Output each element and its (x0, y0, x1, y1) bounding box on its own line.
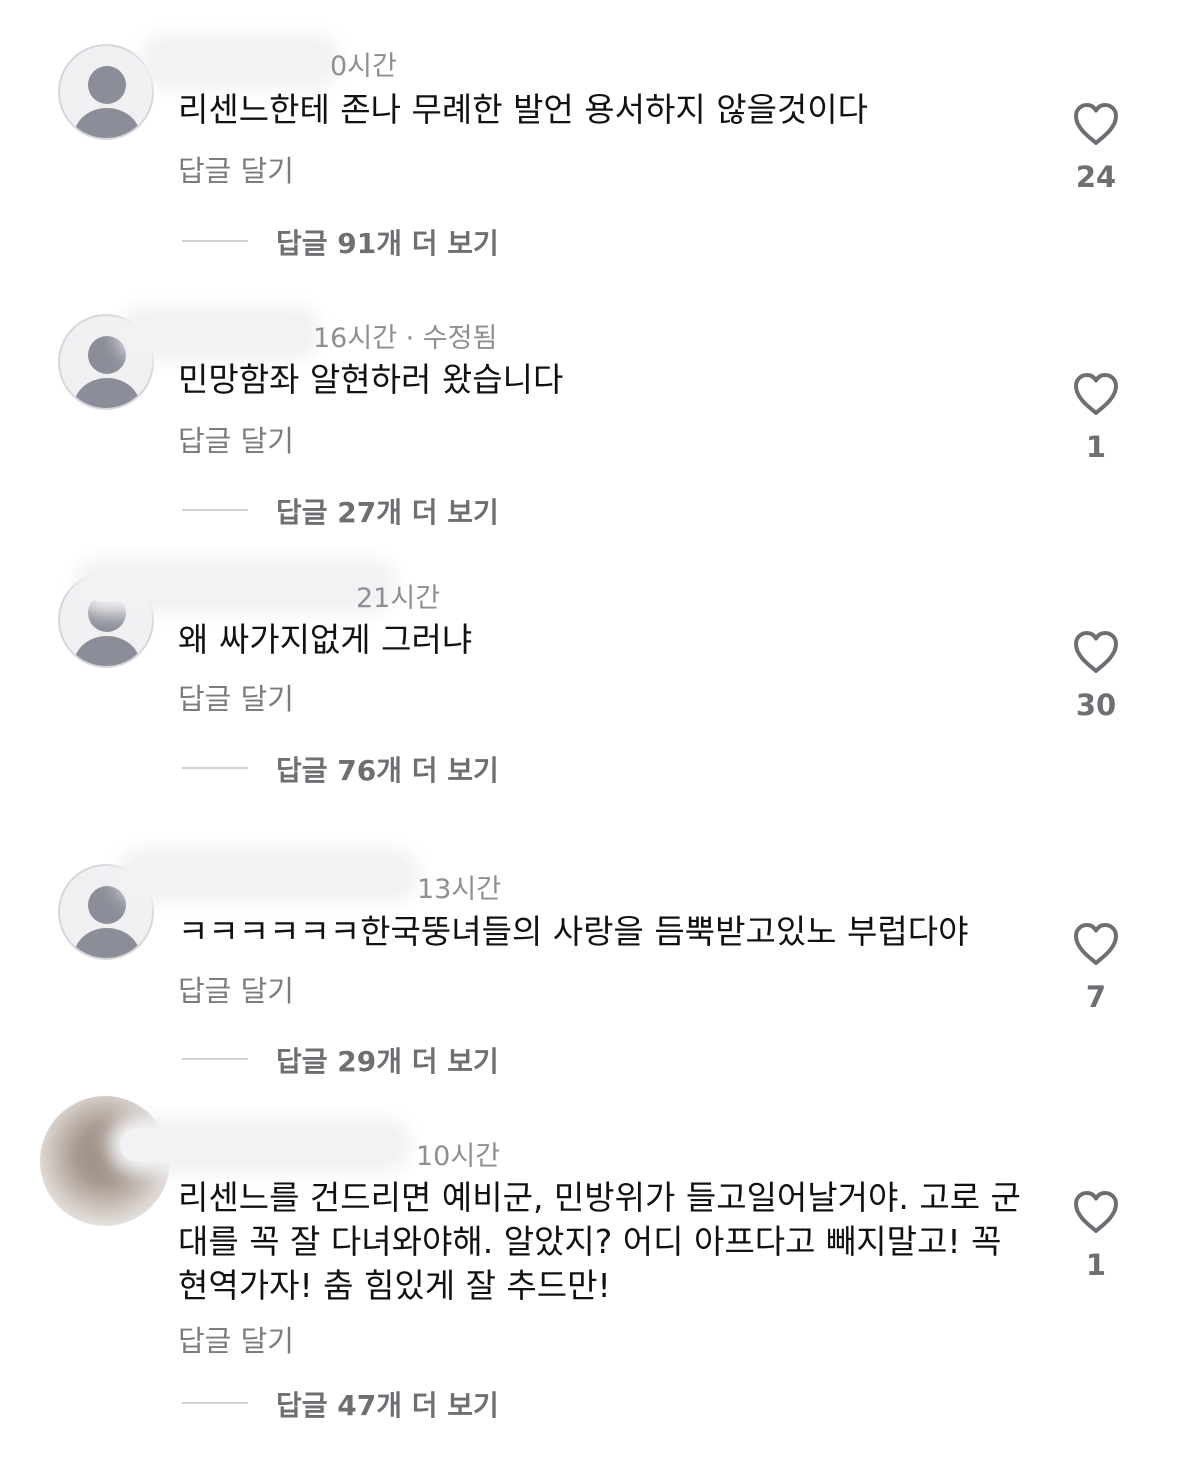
like-button[interactable]: 7 (1060, 922, 1132, 1014)
like-button[interactable]: 1 (1060, 1190, 1132, 1282)
comment-meta: 21시간 (356, 583, 441, 614)
comment-meta: 10시간 (416, 1141, 501, 1172)
avatar-body-shape (74, 108, 140, 138)
comment-text: ㅋㅋㅋㅋㅋㅋ한국뚱녀들의 사랑을 듬뿍받고있노 부럽다야 (178, 912, 969, 951)
view-replies-label: 답글 29개 더 보기 (276, 1045, 499, 1078)
view-replies-label: 답글 91개 더 보기 (276, 227, 499, 260)
comment-meta: 0시간 (330, 51, 397, 82)
view-replies-label: 답글 27개 더 보기 (276, 496, 499, 529)
like-count: 30 (1075, 688, 1117, 722)
username-redacted (120, 1128, 400, 1162)
comment-text: 민망함좌 알현하러 왔습니다 (178, 360, 564, 399)
username-redacted (86, 568, 386, 602)
like-count: 7 (1085, 980, 1107, 1014)
avatar-body-shape (74, 636, 140, 666)
like-count: 1 (1085, 1248, 1107, 1282)
avatar-head-shape (88, 66, 126, 104)
comment-meta: 13시간 (417, 874, 502, 905)
avatar-body-shape (74, 378, 140, 408)
avatar-head-shape (88, 886, 126, 924)
avatar-head-shape (88, 336, 126, 374)
avatar[interactable] (58, 44, 154, 140)
avatar-body-shape (74, 928, 140, 958)
comment-text: 리센느를 건드리면 예비군, 민방위가 들고일어날거야. 고로 군대를 꼭 잘 … (178, 1178, 1021, 1305)
divider-line (182, 1058, 248, 1060)
reply-button[interactable]: 답글 달기 (178, 1318, 294, 1360)
divider-line (182, 509, 248, 511)
like-count: 1 (1085, 430, 1107, 464)
divider-line (182, 767, 248, 769)
comment-text: 리센느한테 존나 무례한 발언 용서하지 않을것이다 (178, 90, 869, 129)
like-count: 24 (1075, 160, 1117, 194)
heart-outline-icon (1074, 631, 1118, 673)
reply-button[interactable]: 답글 달기 (178, 676, 294, 718)
comment-text: 왜 싸가지없게 그러냐 (178, 620, 473, 659)
comment-meta: 16시간 · 수정됨 (313, 323, 498, 354)
heart-outline-icon (1074, 1191, 1118, 1233)
view-replies-label: 답글 47개 더 보기 (276, 1389, 499, 1422)
like-button[interactable]: 24 (1060, 102, 1132, 194)
reply-button[interactable]: 답글 달기 (178, 148, 294, 190)
username-redacted (130, 316, 310, 350)
divider-line (182, 1402, 248, 1404)
like-button[interactable]: 1 (1060, 372, 1132, 464)
divider-line (182, 240, 248, 242)
heart-outline-icon (1074, 923, 1118, 965)
reply-button[interactable]: 답글 달기 (178, 968, 294, 1010)
reply-button[interactable]: 답글 달기 (178, 418, 294, 460)
like-button[interactable]: 30 (1060, 630, 1132, 722)
heart-outline-icon (1074, 373, 1118, 415)
view-replies-label: 답글 76개 더 보기 (276, 754, 499, 787)
username-redacted (150, 44, 330, 78)
username-redacted (128, 858, 408, 892)
heart-outline-icon (1074, 103, 1118, 145)
